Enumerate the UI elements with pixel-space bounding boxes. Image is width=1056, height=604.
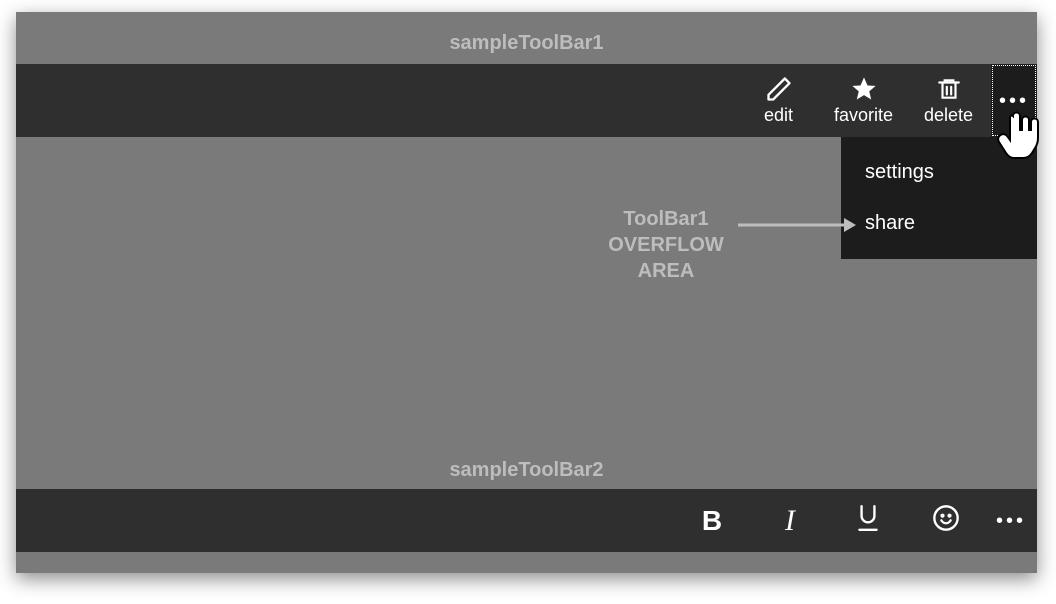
italic-button[interactable]: I [751, 489, 829, 552]
overflow-area-caption: ToolBar1 OVERFLOW AREA [586, 206, 746, 284]
delete-label: delete [924, 105, 973, 126]
toolbar1-overflow-button[interactable]: ••• [991, 64, 1037, 137]
arrow-icon [736, 212, 856, 238]
trash-icon [936, 75, 962, 103]
smile-icon [932, 504, 960, 537]
underline-button[interactable] [829, 489, 907, 552]
toolbar2: B I [16, 489, 1037, 552]
edit-label: edit [764, 105, 793, 126]
toolbar1-title: sampleToolBar1 [16, 32, 1037, 55]
demo-panel: sampleToolBar1 edit favorite [16, 12, 1037, 573]
italic-icon: I [785, 504, 795, 538]
favorite-button[interactable]: favorite [821, 64, 906, 137]
bold-icon: B [702, 505, 722, 537]
bold-button[interactable]: B [673, 489, 751, 552]
underline-icon [855, 503, 881, 538]
edit-button[interactable]: edit [736, 64, 821, 137]
emoji-button[interactable] [907, 489, 985, 552]
toolbar2-title: sampleToolBar2 [16, 459, 1037, 482]
toolbar1: edit favorite [16, 64, 1037, 137]
more-icon: ••• [996, 511, 1026, 531]
toolbar1-overflow-panel: settings share [841, 137, 1037, 259]
star-icon [850, 75, 878, 103]
favorite-label: favorite [834, 105, 893, 126]
more-icon: ••• [999, 91, 1029, 111]
delete-button[interactable]: delete [906, 64, 991, 137]
pencil-icon [765, 75, 793, 103]
toolbar2-overflow-button[interactable]: ••• [985, 489, 1037, 552]
overflow-item-share[interactable]: share [841, 198, 1037, 249]
overflow-item-settings[interactable]: settings [841, 147, 1037, 198]
